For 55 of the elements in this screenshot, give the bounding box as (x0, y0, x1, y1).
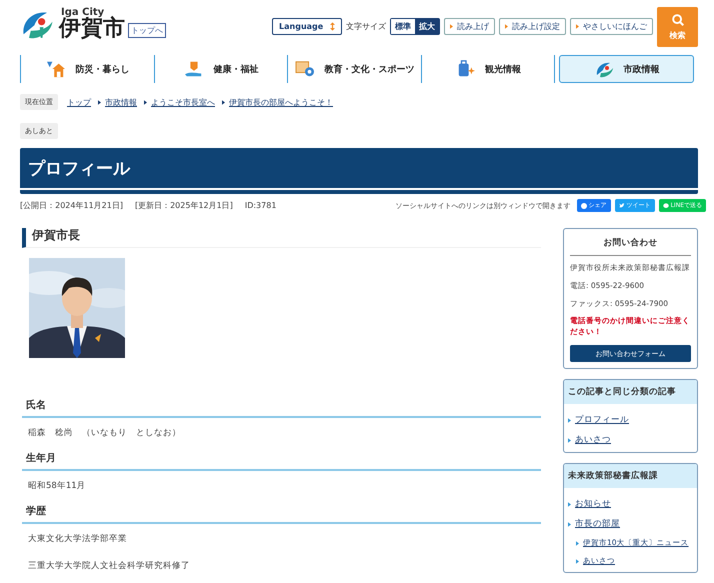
contact-title: お問い合わせ (570, 235, 691, 256)
published-date: [公開日：2024年11月21日] (20, 200, 123, 211)
profile-text: 三重大学大学院人文社会科学研究科修了 (27, 560, 191, 573)
nav-tab[interactable]: 観光情報 (422, 55, 556, 83)
breadcrumb-link[interactable]: ようこそ市長室へ (151, 96, 215, 108)
triangle-icon (505, 24, 508, 29)
triangle-icon (576, 540, 579, 546)
triangle-icon (568, 522, 571, 526)
triangle-icon (98, 100, 101, 104)
profile-text: 大東文化大学法学部卒業 (27, 533, 128, 546)
tool-button[interactable]: 読み上げ設定 (499, 18, 566, 35)
language-select[interactable]: Language (272, 18, 342, 35)
sidebar-link[interactable]: お知らせ (575, 498, 611, 510)
top-link[interactable]: トップへ (128, 23, 166, 38)
city-name-english: Iga City (61, 8, 104, 18)
card-title: 未来政策部秘書広報課 (564, 464, 697, 488)
triangle-icon (576, 24, 579, 29)
city-name: 伊賀市 (59, 18, 125, 40)
tool-button[interactable]: やさしいにほんご (570, 18, 653, 35)
page-id: ID:3781 (244, 201, 276, 210)
triangle-icon (576, 558, 579, 564)
profile-heading: 学歴 (22, 498, 541, 524)
nav-tab[interactable]: 健康・福祉 (154, 55, 288, 83)
profile-heading: 生年月 (22, 445, 541, 471)
profile-text: 稲森 稔尚 （いなもり としなお） (27, 427, 182, 440)
font-size-option[interactable]: 拡大 (415, 19, 439, 34)
triangle-icon (568, 418, 571, 422)
book-ball-icon (294, 60, 316, 78)
nav-tab[interactable]: 市政情報 (559, 55, 694, 83)
chat-icon (662, 202, 669, 208)
search-icon (670, 13, 684, 27)
triangle-icon (568, 438, 571, 442)
updated-date: [更新日：2025年12月1日] (134, 200, 233, 211)
page-title: プロフィール (20, 148, 698, 194)
breadcrumb-link[interactable]: トップ (67, 96, 91, 108)
section-heading: 伊賀市長 (22, 228, 541, 248)
font-size-label: 文字サイズ (346, 21, 386, 33)
triangle-icon (450, 24, 453, 29)
house-icon (45, 60, 68, 78)
sidebar-link[interactable]: 市長の部屋 (575, 518, 620, 530)
triangle-icon (144, 100, 147, 104)
breadcrumb-link[interactable]: 伊賀市長の部屋へようこそ！ (229, 96, 333, 108)
profile-text: 昭和58年11月 (27, 480, 87, 493)
nav-tab[interactable]: 防災・暮らし (21, 55, 155, 83)
nav-tab[interactable]: 教育・文化・スポーツ (288, 55, 422, 83)
breadcrumb-link[interactable]: 市政情報 (105, 96, 137, 108)
card-title: この記事と同じ分類の記事 (564, 380, 697, 404)
tool-button[interactable]: 読み上げ (444, 18, 495, 35)
triangle-icon (568, 502, 571, 506)
sidebar-link[interactable]: あいさつ (575, 434, 611, 446)
sidebar-link[interactable]: プロフィール (575, 414, 629, 426)
profile-heading: 氏名 (22, 392, 541, 418)
triangle-icon (222, 100, 225, 104)
up-down-arrow-icon (330, 22, 335, 32)
bird-icon (618, 202, 625, 208)
